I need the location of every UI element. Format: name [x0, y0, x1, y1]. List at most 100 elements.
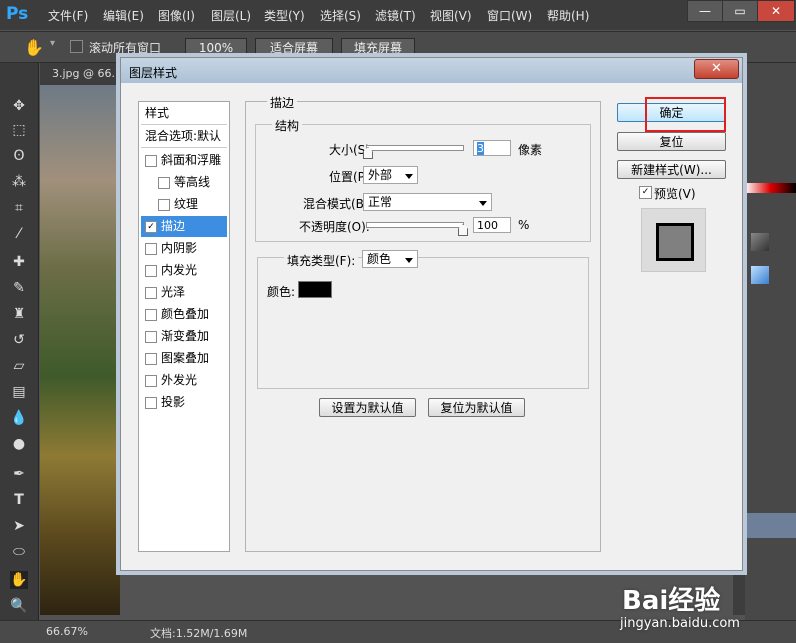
healing-tool-icon[interactable]: ✚	[10, 253, 28, 271]
opacity-input[interactable]: 100	[473, 217, 511, 233]
size-unit: 像素	[518, 143, 543, 157]
opacity-label: 不透明度(O):	[299, 220, 370, 234]
menu-view[interactable]: 视图(V)	[430, 7, 472, 24]
position-select[interactable]: 外部	[363, 166, 418, 184]
eyedropper-tool-icon[interactable]: ⁄	[10, 225, 28, 243]
style-checkbox[interactable]	[158, 199, 170, 211]
dialog-titlebar: 图层样式 ✕	[121, 58, 742, 83]
styles-list: 样式 混合选项:默认 斜面和浮雕 等高线 纹理 ✓ 描边 内阴影 内发光 光泽颜色叠加渐变叠加…	[138, 101, 230, 552]
reset-default-button[interactable]: 复位为默认值	[428, 398, 525, 417]
structure-title: 结构	[272, 117, 303, 134]
scroll-all-checkbox[interactable]	[70, 40, 83, 53]
brush-tool-icon[interactable]: ✎	[10, 279, 28, 297]
style-preview	[641, 208, 706, 272]
hand-tool-icon[interactable]: ✋	[24, 38, 44, 57]
move-tool-icon[interactable]: ✥	[10, 97, 28, 115]
style-swatch-icon[interactable]	[751, 233, 769, 251]
menu-filter[interactable]: 滤镜(T)	[375, 7, 416, 24]
style-checkbox[interactable]	[145, 243, 157, 255]
menu-window[interactable]: 窗口(W)	[487, 7, 532, 24]
style-checkbox[interactable]	[145, 309, 157, 321]
baidu-watermark: Bai经验 jingyan.baidu.com	[612, 578, 762, 638]
style-item[interactable]: 外发光	[141, 370, 227, 391]
style-swatch-icon[interactable]	[751, 266, 769, 284]
stamp-tool-icon[interactable]: ♜	[10, 305, 28, 323]
crop-tool-icon[interactable]: ⌗	[10, 199, 28, 217]
style-item[interactable]: 等高线	[141, 172, 227, 193]
style-item-label: 投影	[161, 395, 186, 409]
styles-header[interactable]: 样式	[141, 102, 227, 125]
style-checkbox[interactable]	[145, 287, 157, 299]
dialog-close-button[interactable]: ✕	[694, 59, 739, 79]
zoom-100-button[interactable]: 100%	[185, 38, 247, 58]
opacity-slider[interactable]	[366, 222, 464, 228]
history-brush-tool-icon[interactable]: ↺	[10, 331, 28, 349]
style-item-label: 渐变叠加	[161, 329, 210, 343]
scroll-all-label: 滚动所有窗口	[89, 41, 162, 55]
style-item[interactable]: 图案叠加	[141, 348, 227, 369]
style-item[interactable]: 渐变叠加	[141, 326, 227, 347]
preview-checkbox[interactable]: ✓	[639, 186, 652, 199]
chevron-down-icon[interactable]: ▾	[50, 38, 55, 49]
restore-button[interactable]: ▭	[722, 0, 758, 22]
style-item[interactable]: 纹理	[141, 194, 227, 215]
quick-select-tool-icon[interactable]: ⁂	[10, 173, 28, 191]
style-checkbox[interactable]	[145, 155, 157, 167]
document-tab[interactable]: 3.jpg @ 66.7	[52, 67, 122, 80]
layer-row-selected[interactable]	[745, 513, 796, 538]
stroke-color-swatch[interactable]	[298, 281, 332, 298]
type-tool-icon[interactable]: T	[10, 491, 28, 509]
doc-size: 文档:1.52M/1.69M	[150, 627, 248, 640]
menu-image[interactable]: 图像(I)	[158, 7, 195, 24]
style-checkbox[interactable]	[145, 331, 157, 343]
menu-edit[interactable]: 编辑(E)	[103, 7, 144, 24]
style-item-label: 颜色叠加	[161, 307, 210, 321]
style-item[interactable]: 光泽	[141, 282, 227, 303]
style-item[interactable]: 内阴影	[141, 238, 227, 259]
lasso-tool-icon[interactable]: ʘ	[10, 147, 28, 165]
size-slider[interactable]	[366, 145, 464, 151]
menu-help[interactable]: 帮助(H)	[547, 7, 589, 24]
style-item[interactable]: 内发光	[141, 260, 227, 281]
size-input[interactable]: 3	[473, 140, 511, 156]
color-swatch-strip[interactable]	[745, 183, 796, 193]
eraser-tool-icon[interactable]: ▱	[10, 357, 28, 375]
menu-layer[interactable]: 图层(L)	[211, 7, 251, 24]
dodge-tool-icon[interactable]: ●	[10, 435, 28, 453]
style-checkbox[interactable]	[145, 265, 157, 277]
blend-mode-select[interactable]: 正常	[363, 193, 492, 211]
menu-select[interactable]: 选择(S)	[320, 7, 361, 24]
fill-screen-button[interactable]: 填充屏幕	[341, 38, 415, 58]
blur-tool-icon[interactable]: 💧	[10, 409, 28, 427]
path-select-tool-icon[interactable]: ➤	[10, 517, 28, 535]
fit-screen-button[interactable]: 适合屏幕	[255, 38, 333, 58]
menu-type[interactable]: 类型(Y)	[264, 7, 305, 24]
menu-file[interactable]: 文件(F)	[48, 7, 88, 24]
pen-tool-icon[interactable]: ✒	[10, 465, 28, 483]
document-canvas[interactable]	[40, 85, 120, 615]
blend-options-item[interactable]: 混合选项:默认	[141, 125, 227, 148]
watermark-brand: Bai经验	[622, 586, 721, 616]
watermark-url: jingyan.baidu.com	[620, 616, 740, 631]
style-item[interactable]: 斜面和浮雕	[141, 150, 227, 171]
marquee-tool-icon[interactable]: ⬚	[10, 121, 28, 139]
minimize-button[interactable]: —	[687, 0, 723, 22]
style-checkbox[interactable]	[145, 353, 157, 365]
fill-type-select[interactable]: 颜色	[362, 250, 418, 268]
style-item[interactable]: 投影	[141, 392, 227, 413]
close-app-button[interactable]: ✕	[757, 0, 795, 22]
shape-tool-icon[interactable]: ⬭	[10, 543, 28, 561]
gradient-tool-icon[interactable]: ▤	[10, 383, 28, 401]
fill-type-label: 填充类型(F):	[284, 252, 359, 269]
new-style-button[interactable]: 新建样式(W)...	[617, 160, 726, 179]
make-default-button[interactable]: 设置为默认值	[319, 398, 416, 417]
hand-tool-active-icon[interactable]: ✋	[10, 571, 28, 589]
reset-button[interactable]: 复位	[617, 132, 726, 151]
style-checkbox[interactable]	[145, 397, 157, 409]
style-checkbox[interactable]	[158, 177, 170, 189]
zoom-tool-icon[interactable]: 🔍	[10, 597, 28, 615]
style-checkbox[interactable]: ✓	[145, 221, 157, 233]
style-checkbox[interactable]	[145, 375, 157, 387]
style-item[interactable]: 颜色叠加	[141, 304, 227, 325]
style-item[interactable]: ✓ 描边	[141, 216, 227, 237]
